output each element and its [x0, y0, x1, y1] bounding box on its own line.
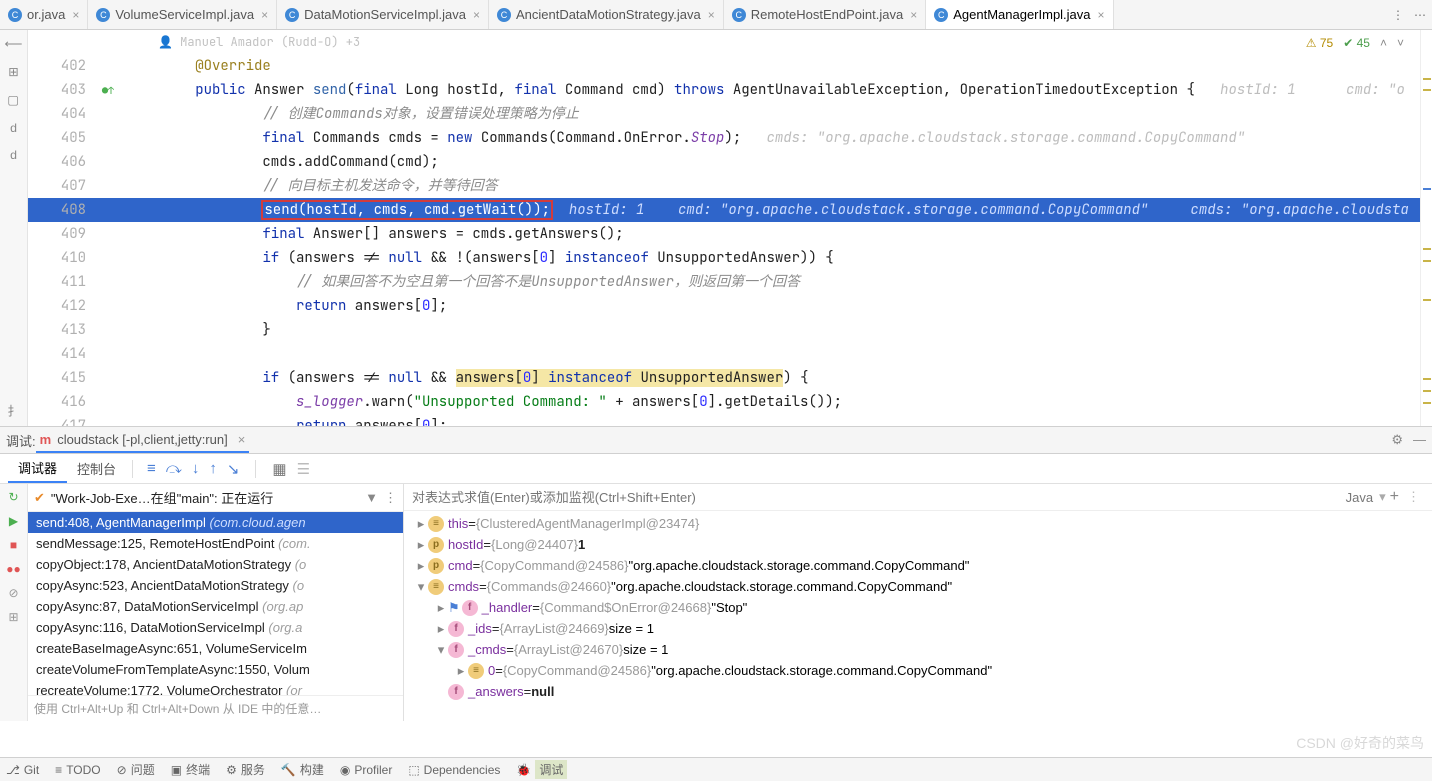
warning-count[interactable]: ⚠ 75	[1306, 36, 1333, 50]
run-config-tab[interactable]: m cloudstack [-pl,client,jetty:run] ×	[36, 427, 250, 453]
watermark: CSDN @好奇的菜鸟	[1296, 733, 1424, 753]
java-class-icon: C	[285, 8, 299, 22]
tab-DataMotionServiceImpl.java[interactable]: CDataMotionServiceImpl.java×	[277, 0, 489, 29]
statusbar-终端[interactable]: ▣终端	[171, 761, 210, 778]
close-icon[interactable]: ×	[261, 8, 268, 22]
tab-AncientDataMotionStrategy.java[interactable]: CAncientDataMotionStrategy.java×	[489, 0, 724, 29]
statusbar-TODO[interactable]: ≡TODO	[55, 763, 100, 777]
statusbar-Dependencies[interactable]: ⬚Dependencies	[408, 763, 500, 777]
debugger-toolbar: 调试器 控制台 ≡ ⤼ ↓ ↑ ↘ ▦ ☰	[0, 454, 1432, 484]
evaluate-input[interactable]	[412, 490, 1340, 505]
favorites-tool-icon[interactable]: d	[10, 120, 17, 134]
stack-frame[interactable]: copyObject:178, AncientDataMotionStrateg…	[28, 554, 403, 575]
gear-icon[interactable]: ⚙	[1391, 432, 1403, 448]
statusbar-Profiler[interactable]: ◉Profiler	[340, 763, 393, 777]
tab-AgentManagerImpl.java[interactable]: CAgentManagerImpl.java×	[926, 0, 1113, 29]
variable-row[interactable]: ▸⚑f_handler = {Command$OnError@24668} "S…	[404, 597, 1432, 618]
statusbar-服务[interactable]: ⚙服务	[226, 761, 265, 778]
mute-bp-icon[interactable]: ⊘	[8, 586, 18, 600]
run-to-cursor-icon[interactable]: ↘	[227, 460, 240, 478]
stack-frame[interactable]: send:408, AgentManagerImpl (com.cloud.ag…	[28, 512, 403, 533]
add-watch-icon[interactable]: +	[1386, 488, 1403, 506]
stack-frame[interactable]: copyAsync:116, DataMotionServiceImpl (or…	[28, 617, 403, 638]
rerun-icon[interactable]: ↻	[8, 490, 18, 504]
maven-icon: m	[40, 432, 52, 447]
stack-frame[interactable]: sendMessage:125, RemoteHostEndPoint (com…	[28, 533, 403, 554]
stop-icon[interactable]: ■	[10, 538, 17, 552]
close-icon[interactable]: ×	[708, 8, 715, 22]
java-class-icon: C	[8, 8, 22, 22]
bookmarks-tool-icon[interactable]: ▢	[8, 92, 20, 107]
stack-frame[interactable]: copyAsync:523, AncientDataMotionStrategy…	[28, 575, 403, 596]
statusbar: ⎇Git ≡TODO ⊘问题 ▣终端 ⚙服务 🔨构建 ◉Profiler ⬚Dependenc…	[0, 757, 1432, 781]
more-icon[interactable]: ☰	[297, 460, 310, 478]
close-icon[interactable]: ×	[1098, 8, 1105, 22]
commit-tool-icon[interactable]: d	[10, 147, 17, 161]
layout-icon[interactable]: ⊞	[8, 610, 18, 624]
check-icon: ✔	[34, 490, 45, 506]
variable-row[interactable]: ▾f_cmds = {ArrayList@24670} size = 1	[404, 639, 1432, 660]
variables-panel: Java▾ + ⋮ ▸≡this = {ClusteredAgentManage…	[404, 484, 1432, 721]
thread-selector[interactable]: "Work-Job-Exe…在组"main": 正在运行	[51, 488, 273, 507]
inspections-widget[interactable]: ⚠ 75 ✔ 45 ˄ ˅	[1306, 36, 1404, 50]
tabs-overflow-icon[interactable]: ⋮ ⋯	[1386, 8, 1432, 22]
stack-frame[interactable]: recreateVolume:1772, VolumeOrchestrator …	[28, 680, 403, 695]
error-stripe[interactable]	[1420, 30, 1432, 426]
lang-selector[interactable]: Java	[1340, 490, 1379, 505]
resume-icon[interactable]: ▶	[9, 514, 18, 528]
debug-runbar: 调试: m cloudstack [-pl,client,jetty:run] …	[0, 426, 1432, 454]
tab-RemoteHostEndPoint.java[interactable]: CRemoteHostEndPoint.java×	[724, 0, 927, 29]
close-icon[interactable]: ×	[473, 8, 480, 22]
statusbar-Git[interactable]: ⎇Git	[6, 763, 39, 777]
close-icon[interactable]: ×	[72, 8, 79, 22]
variable-row[interactable]: ▸≡this = {ClusteredAgentManagerImpl@2347…	[404, 513, 1432, 534]
blame-annotation: 👤 Manuel Amador (Rudd-O) +3	[158, 34, 360, 50]
chevron-down-icon[interactable]: ˅	[1397, 36, 1404, 50]
java-class-icon: C	[934, 8, 948, 22]
left-gutter-toolbar: ⟵ ⊞ ▢ d d 扌	[0, 30, 28, 426]
java-class-icon: C	[497, 8, 511, 22]
project-tool-icon[interactable]: ⟵	[5, 36, 23, 51]
variable-row[interactable]: ▾≡cmds = {Commands@24660} "org.apache.cl…	[404, 576, 1432, 597]
tab-debugger[interactable]: 调试器	[8, 454, 67, 483]
editor-tabs: Cor.java×CVolumeServiceImpl.java×CDataMo…	[0, 0, 1432, 30]
stack-frame[interactable]: copyAsync:87, DataMotionServiceImpl (org…	[28, 596, 403, 617]
variable-row[interactable]: ▸≡0 = {CopyCommand@24586} "org.apache.cl…	[404, 660, 1432, 681]
statusbar-构建[interactable]: 🔨构建	[281, 761, 324, 778]
java-class-icon: C	[732, 8, 746, 22]
minimize-icon[interactable]: —	[1413, 432, 1426, 448]
ok-count[interactable]: ✔ 45	[1343, 36, 1370, 50]
code-editor[interactable]: 👤 Manuel Amador (Rudd-O) +3 ⚠ 75 ✔ 45 ˄ …	[28, 30, 1432, 426]
tab-or.java[interactable]: Cor.java×	[0, 0, 88, 29]
close-icon[interactable]: ×	[910, 8, 917, 22]
tab-VolumeServiceImpl.java[interactable]: CVolumeServiceImpl.java×	[88, 0, 277, 29]
tab-console[interactable]: 控制台	[67, 455, 126, 482]
frames-icon[interactable]: ≡	[147, 460, 156, 477]
step-out-icon[interactable]: ↑	[209, 460, 217, 477]
step-into-icon[interactable]: ↓	[192, 460, 200, 477]
close-icon[interactable]: ×	[238, 432, 246, 447]
stack-frame[interactable]: createVolumeFromTemplateAsync:1550, Volu…	[28, 659, 403, 680]
variable-row[interactable]: ▸pcmd = {CopyCommand@24586} "org.apache.…	[404, 555, 1432, 576]
more-vars-icon[interactable]: ⋮	[1403, 489, 1424, 505]
chevron-up-icon[interactable]: ˄	[1380, 36, 1387, 50]
variable-row[interactable]: f_answers = null	[404, 681, 1432, 702]
handle-icon[interactable]: 扌	[7, 401, 19, 419]
variable-row[interactable]: ▸phostId = {Long@24407} 1	[404, 534, 1432, 555]
filter-icon[interactable]: ▼	[365, 490, 378, 505]
statusbar-调试[interactable]: 🐞调试	[516, 760, 567, 779]
java-class-icon: C	[96, 8, 110, 22]
structure-tool-icon[interactable]: ⊞	[8, 64, 18, 79]
variable-row[interactable]: ▸f_ids = {ArrayList@24669} size = 1	[404, 618, 1432, 639]
stack-frame[interactable]: createBaseImageAsync:651, VolumeServiceI…	[28, 638, 403, 659]
breakpoints-icon[interactable]: ●●	[6, 562, 21, 576]
statusbar-问题[interactable]: ⊘问题	[117, 761, 155, 778]
filter-settings-icon[interactable]: ⋮	[384, 490, 397, 506]
frames-help-text: 使用 Ctrl+Alt+Up 和 Ctrl+Alt+Down 从 IDE 中的任…	[28, 695, 403, 721]
debug-label: 调试:	[6, 431, 36, 450]
step-over-icon[interactable]: ⤼	[166, 460, 182, 477]
frames-panel: ✔ "Work-Job-Exe…在组"main": 正在运行 ▼ ⋮ send:…	[28, 484, 404, 721]
evaluate-icon[interactable]: ▦	[272, 460, 286, 478]
debug-left-toolbar: ↻ ▶ ■ ●● ⊘ ⊞	[0, 484, 28, 721]
